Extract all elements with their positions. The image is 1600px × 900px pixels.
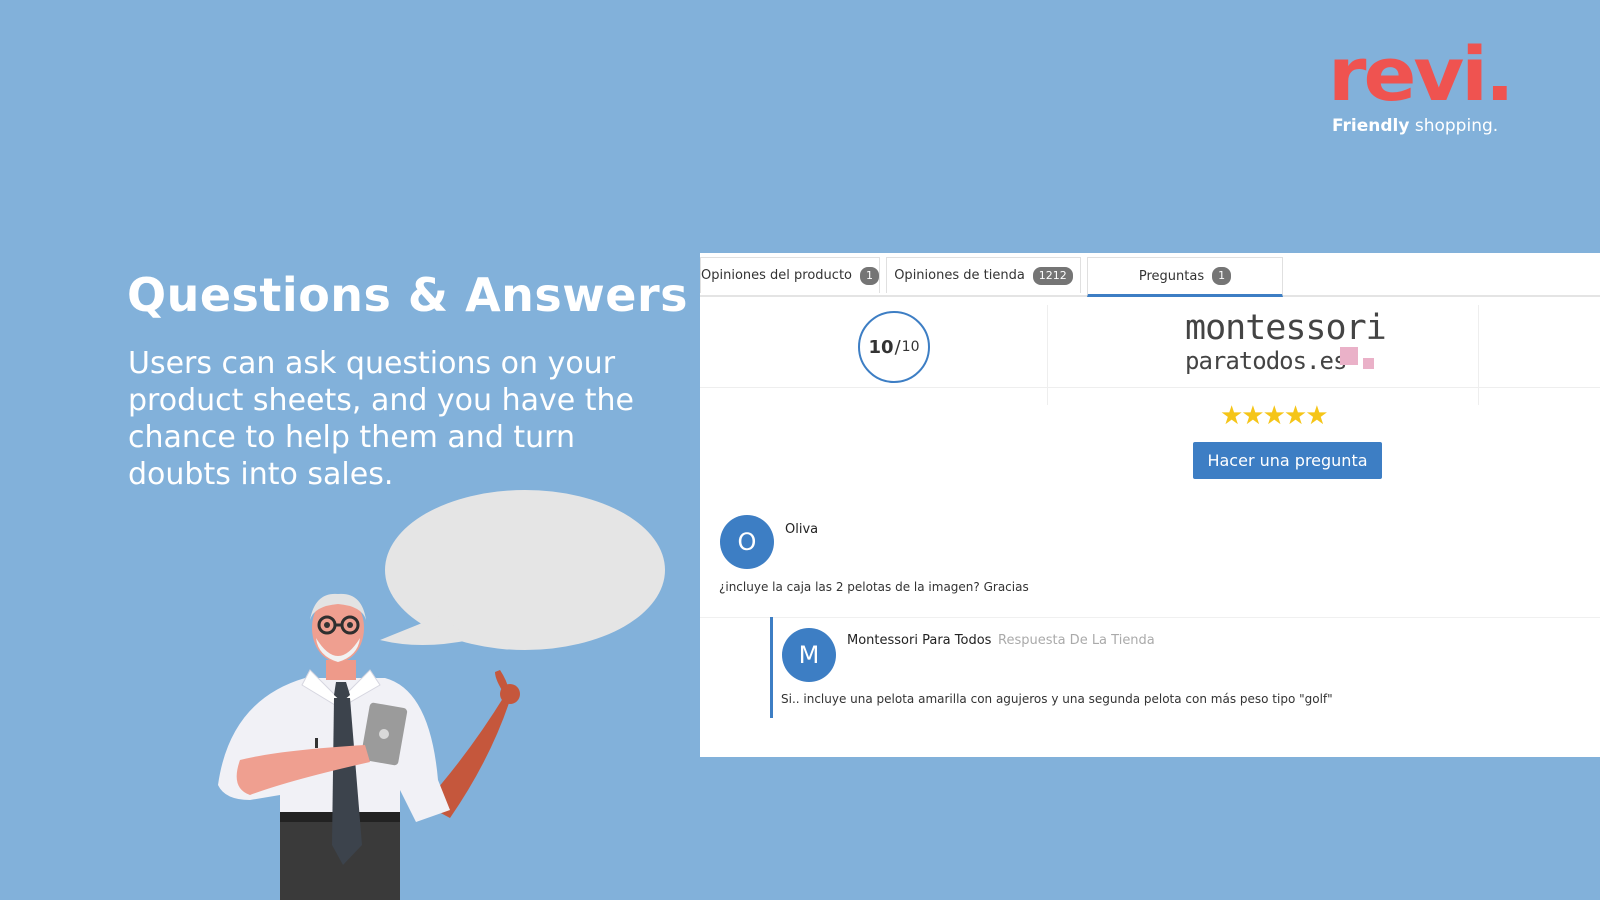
ask-question-button[interactable]: Hacer una pregunta xyxy=(1193,442,1382,479)
answer-role: Respuesta De La Tienda xyxy=(998,633,1155,648)
question-separator xyxy=(700,617,1600,618)
revi-logo: revi. Friendly shopping. xyxy=(1328,38,1528,136)
divider xyxy=(1478,305,1479,405)
store-name-line1: montessori xyxy=(1185,308,1387,348)
question-text: ¿incluye la caja las 2 pelotas de la ima… xyxy=(719,580,1029,594)
person-illustration xyxy=(218,593,520,900)
logo-tagline: Friendly shopping. xyxy=(1328,116,1528,136)
score-value: 10 xyxy=(868,336,894,358)
logo-square-icon xyxy=(1340,347,1358,365)
tab-label: Opiniones de tienda xyxy=(894,268,1025,283)
rating-summary: 10 / 10 montessori paratodos.es ★★★★★ xyxy=(700,297,1600,430)
tagline-rest: shopping. xyxy=(1409,116,1499,136)
tagline-strong: Friendly xyxy=(1332,116,1410,136)
tab-opiniones-producto[interactable]: Opiniones del producto 1 xyxy=(700,257,880,293)
answer-accent-bar xyxy=(770,617,773,718)
score-max: 10 xyxy=(901,339,920,355)
logo-wordmark: revi. xyxy=(1328,32,1515,118)
score-circle: 10 / 10 xyxy=(858,311,930,383)
store-name-line2-text: paratodos.es xyxy=(1185,347,1347,375)
tab-label: Opiniones del producto xyxy=(701,268,852,283)
logo-square-small-icon xyxy=(1363,358,1374,369)
tab-count-badge: 1212 xyxy=(1032,266,1073,285)
answer-avatar: M xyxy=(782,628,836,682)
reviews-widget: Opiniones del producto 1 Opiniones de ti… xyxy=(700,253,1600,757)
tabs-bar: Opiniones del producto 1 Opiniones de ti… xyxy=(700,253,1600,297)
hero-title: Questions & Answers xyxy=(127,268,689,322)
divider xyxy=(1047,305,1048,405)
question-author: Oliva xyxy=(785,522,819,537)
question-avatar: O xyxy=(720,515,774,569)
tab-label: Preguntas xyxy=(1138,268,1205,284)
hero-description: Users can ask questions on your product … xyxy=(128,346,634,492)
store-logo: montessori paratodos.es xyxy=(1185,308,1387,375)
tab-count-badge: 1 xyxy=(1212,267,1232,285)
tab-count-badge: 1 xyxy=(860,266,879,285)
store-rating-stars: ★★★★★ xyxy=(1220,400,1329,430)
store-name-line2: paratodos.es xyxy=(1185,347,1386,375)
tab-opiniones-tienda[interactable]: Opiniones de tienda 1212 xyxy=(886,257,1081,293)
score-separator: / xyxy=(894,336,901,358)
tab-preguntas[interactable]: Preguntas 1 xyxy=(1087,257,1283,297)
answer-text: Si.. incluye una pelota amarilla con agu… xyxy=(781,692,1333,706)
answer-author: Montessori Para Todos xyxy=(847,633,992,648)
